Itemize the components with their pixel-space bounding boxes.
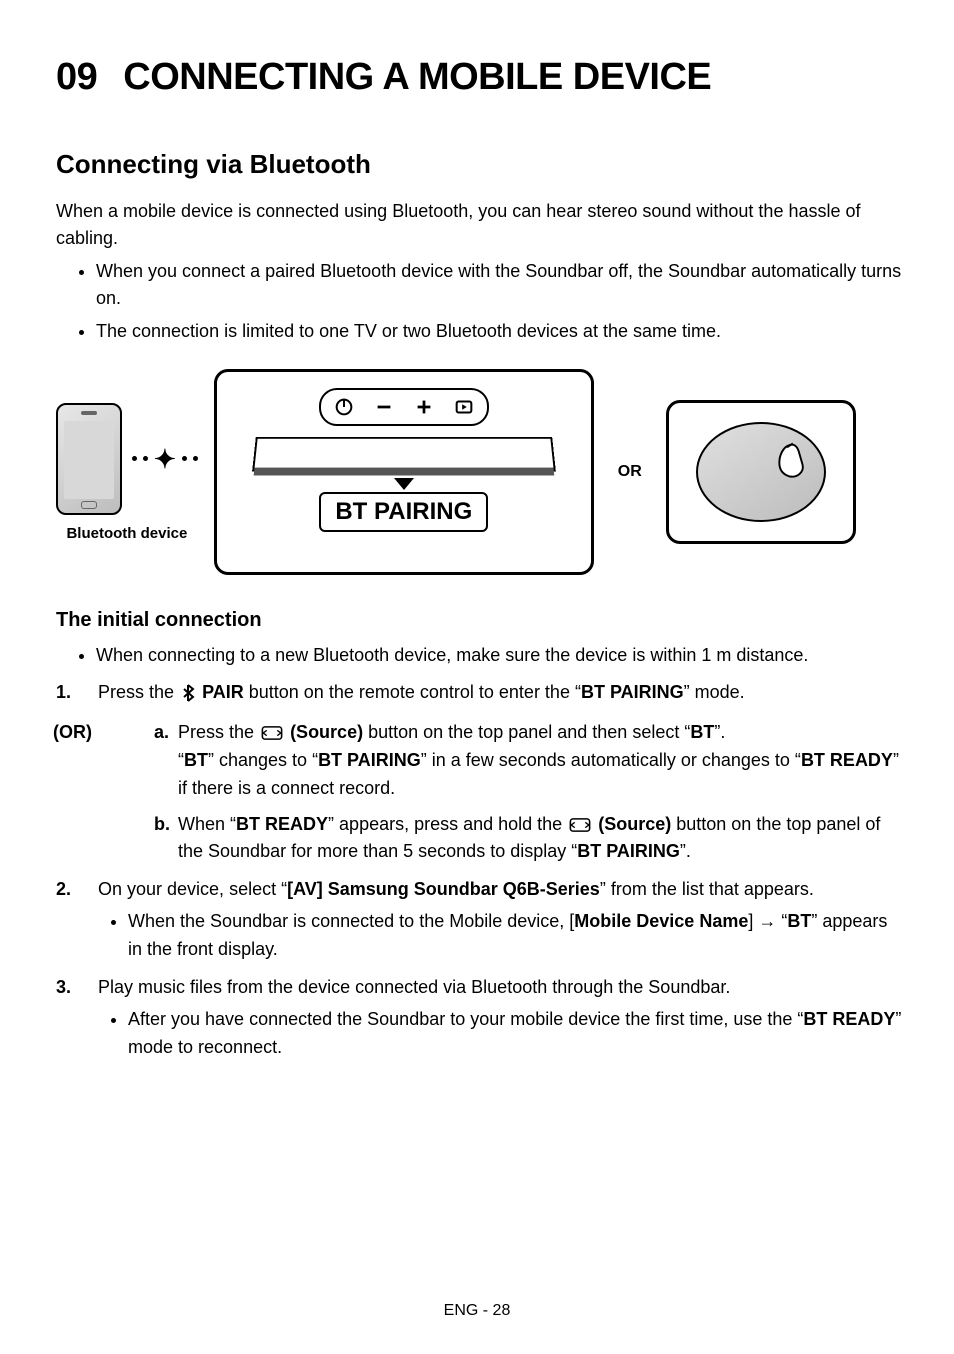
subsection-title: Connecting via Bluetooth <box>56 149 906 180</box>
phone-icon <box>56 403 122 515</box>
source-icon <box>569 818 591 832</box>
steps-list: Press the PAIR button on the remote cont… <box>56 679 906 1062</box>
section-number: 09 <box>56 56 97 98</box>
step-2: On your device, select “[AV] Samsung Sou… <box>56 876 906 964</box>
or-marker: (OR) <box>53 719 92 747</box>
or-label: OR <box>618 463 642 481</box>
source-button-label: (Source) <box>290 722 363 742</box>
minus-icon <box>373 396 395 418</box>
soundbar-diagram: BT PAIRING <box>214 369 594 575</box>
jog-dial-icon <box>696 422 826 522</box>
intro-text: When a mobile device is connected using … <box>56 198 906 252</box>
sub-steps: Press the (Source) button on the top pan… <box>98 719 906 866</box>
bluetooth-device-block: ✦ Bluetooth device <box>56 403 198 542</box>
intro-bullet: When you connect a paired Bluetooth devi… <box>96 258 906 312</box>
step-2-sub: When the Soundbar is connected to the Mo… <box>128 908 906 964</box>
bluetooth-pair-icon <box>181 684 195 702</box>
bluetooth-signal-icon: ✦ <box>132 446 198 472</box>
hand-press-icon <box>760 426 818 484</box>
step-1: Press the PAIR button on the remote cont… <box>56 679 906 866</box>
step-1a: Press the (Source) button on the top pan… <box>154 719 906 803</box>
step-3: Play music files from the device connect… <box>56 974 906 1062</box>
step-1b: When “BT READY” appears, press and hold … <box>154 811 906 867</box>
step-3-sub: After you have connected the Soundbar to… <box>128 1006 906 1062</box>
pair-button-label: PAIR <box>202 682 244 702</box>
callout-pointer-icon <box>394 478 414 490</box>
bluetooth-device-label: Bluetooth device <box>66 525 187 542</box>
page-title: 09 CONNECTING A MOBILE DEVICE <box>56 56 906 99</box>
plus-icon <box>413 396 435 418</box>
source-button-label: (Source) <box>598 814 671 834</box>
page-footer: ENG - 28 <box>0 1302 954 1320</box>
source-icon <box>261 726 283 740</box>
intro-bullets: When you connect a paired Bluetooth devi… <box>56 258 906 345</box>
soundbar-body-icon <box>252 437 556 472</box>
source-icon <box>453 396 475 418</box>
disc-button-diagram <box>666 400 856 544</box>
initial-connection-heading: The initial connection <box>56 609 906 632</box>
distance-note: When connecting to a new Bluetooth devic… <box>96 642 906 669</box>
power-icon <box>333 396 355 418</box>
bt-pairing-callout: BT PAIRING <box>319 492 488 532</box>
pairing-diagram: ✦ Bluetooth device BT PAIRING OR <box>56 369 906 575</box>
section-title: CONNECTING A MOBILE DEVICE <box>123 56 711 98</box>
soundbar-top-panel <box>319 388 489 426</box>
intro-bullet: The connection is limited to one TV or t… <box>96 318 906 345</box>
